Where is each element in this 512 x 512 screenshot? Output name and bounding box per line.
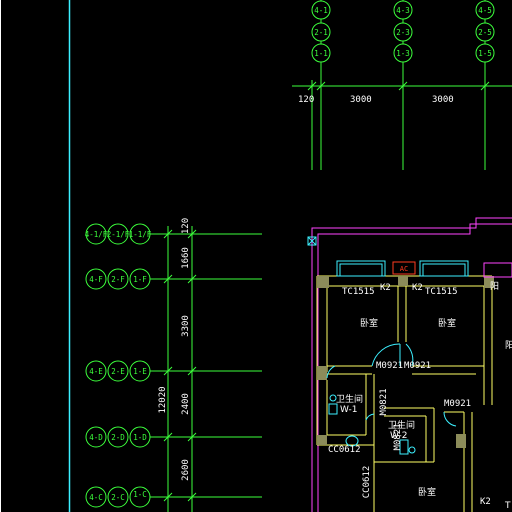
dimension-label: 3300 <box>181 315 191 337</box>
door-label: M0921 <box>404 361 431 371</box>
axis-bubble-label: 1-3 <box>396 49 410 58</box>
dimension-label: 120 <box>298 95 314 105</box>
door-label: M0821 <box>379 388 389 415</box>
axis-bubble-label: 2-5 <box>478 28 492 37</box>
cad-drawing-canvas[interactable]: 4-1 2-1 1-1 4-3 2-3 1-3 4-5 2-5 1-5 120 … <box>0 0 512 512</box>
axis-bubble-label: 2-C <box>111 493 125 502</box>
dimension-label: 3000 <box>432 95 454 105</box>
room-label: 卫生间 <box>336 393 363 405</box>
top-dimension-line: 120 3000 3000 <box>292 80 512 170</box>
axis-bubble-label: 1-F <box>133 275 147 284</box>
door-label: M0921 <box>376 361 403 371</box>
axis-bubble-label: 2-D <box>111 433 125 442</box>
window-label: K2 <box>480 497 491 507</box>
cut-label: 阳 <box>490 281 499 292</box>
dimension-label: 3000 <box>350 95 372 105</box>
door-label: M0921 <box>444 399 471 409</box>
window-label: TC1515 <box>425 287 458 297</box>
axis-bubble-label: 1-5 <box>478 49 492 58</box>
room-label: W-1 <box>340 405 358 415</box>
axis-bubble-label: 2-E <box>111 367 125 376</box>
left-axis-group: 4-1/F 2-1/F 1-1/F 4-F 2-F 1-F 4-E 2-E 1-… <box>85 223 262 508</box>
axis-bubble-label: 4-E <box>89 367 103 376</box>
cut-label: 阳 <box>505 340 512 351</box>
axis-bubble-label: 4-1/F <box>85 230 108 239</box>
dimension-total-label: 12020 <box>158 386 168 413</box>
axis-bubble-label: 4-D <box>89 433 103 442</box>
ac-tag-label: AC <box>400 265 408 273</box>
dimension-label: 2600 <box>181 459 191 481</box>
axis-bubble-label: 2-1 <box>314 28 328 37</box>
axis-bubble-label: 1-E <box>133 367 147 376</box>
axis-bubble-label: 2-3 <box>396 28 410 37</box>
floor-plan: AC 卧室 卧室 卫生间 W-1 卫生间 W-2 卧室 TC1515 K2 K2… <box>307 217 512 512</box>
axis-bubble-label: 4-5 <box>478 6 492 15</box>
small-window-label: CC0612 <box>362 466 372 499</box>
left-frame <box>0 0 71 512</box>
axis-bubble-label: 2-1/F <box>107 230 130 239</box>
axis-bubble-label: 4-F <box>89 275 103 284</box>
room-label: 卧室 <box>418 486 436 498</box>
dimension-label: 120 <box>181 218 191 234</box>
room-label: 卧室 <box>360 317 378 329</box>
axis-bubble-label: 4-3 <box>396 6 410 15</box>
left-dimension-lines: 120 1660 3300 2400 2600 12020 <box>158 218 197 512</box>
window-label: K2 <box>412 283 423 293</box>
window-label: TC1515 <box>342 287 375 297</box>
axis-bubble-label: 1-1 <box>314 49 328 58</box>
window-label: K2 <box>380 283 391 293</box>
dimension-label: 1660 <box>181 247 191 269</box>
top-axis-group: 4-1 2-1 1-1 4-3 2-3 1-3 4-5 2-5 1-5 <box>311 0 495 170</box>
axis-bubble-label: 2-F <box>111 275 125 284</box>
axis-bubble-label: 1-1/F <box>129 230 152 239</box>
door-label: M0821 <box>393 423 403 450</box>
dimension-label: 2400 <box>181 393 191 415</box>
room-label: 卧室 <box>438 317 456 329</box>
small-window-label: CC0612 <box>328 445 361 455</box>
axis-bubble-label: 4-C <box>89 493 103 502</box>
cut-label: T <box>504 501 511 511</box>
axis-bubble-label: 1-C <box>133 490 147 499</box>
axis-bubble-label: 4-1 <box>314 6 328 15</box>
axis-bubble-label: 1-D <box>133 433 147 442</box>
